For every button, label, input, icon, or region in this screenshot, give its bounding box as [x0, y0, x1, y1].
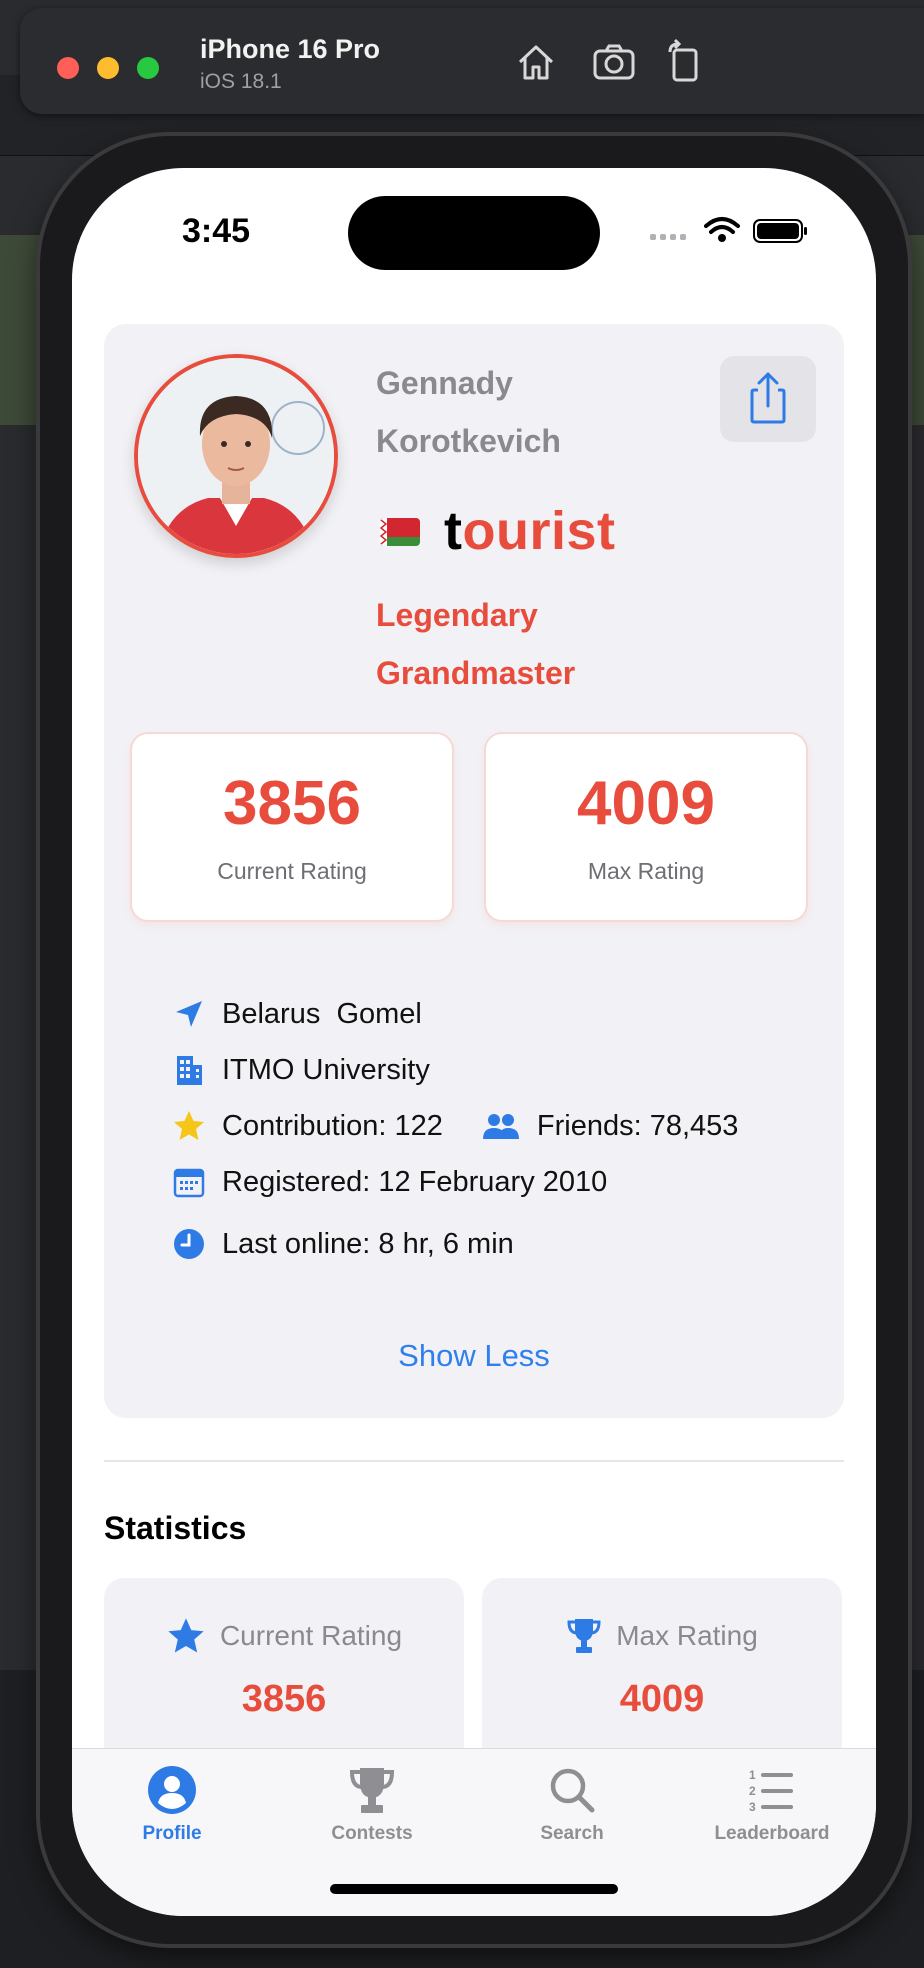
dynamic-island	[348, 196, 600, 270]
share-button[interactable]	[720, 356, 816, 442]
current-rating-label: Current Rating	[217, 858, 367, 884]
stat-label: Current Rating	[219, 1620, 403, 1651]
battery-icon	[753, 219, 807, 243]
current-rating-box: 3856 Current Rating	[130, 732, 454, 922]
tab-label: Contests	[331, 1823, 413, 1844]
avatar	[134, 354, 338, 558]
rotate-button-icon[interactable]	[660, 38, 708, 86]
trophy-icon	[349, 1768, 395, 1813]
home-indicator[interactable]	[330, 1884, 618, 1894]
location-arrow-icon	[176, 1001, 202, 1027]
tab-profile[interactable]: Profile	[72, 1763, 272, 1863]
max-rating-box: 4009 Max Rating	[484, 732, 808, 922]
close-window-button[interactable]	[57, 57, 79, 79]
minimize-window-button[interactable]	[97, 57, 119, 79]
person-circle-icon	[148, 1766, 196, 1814]
trophy-icon	[567, 1619, 601, 1653]
star-icon	[174, 1111, 204, 1140]
handle-rest: ourist	[462, 501, 616, 561]
simulator-titlebar: iPhone 16 Pro iOS 18.1	[20, 8, 924, 114]
statistics-title: Statistics	[104, 1510, 247, 1546]
simulator-device-name: iPhone 16 Pro	[200, 34, 381, 64]
friends-icon	[482, 1114, 519, 1139]
wifi-icon	[704, 217, 740, 234]
app-screen: 3:45 Gennady Korotkevich tourist Legenda…	[72, 168, 876, 1916]
last-online-row: Last online: 8 hr, 6 min	[172, 1222, 514, 1266]
building-icon	[177, 1056, 202, 1085]
star-icon	[168, 1618, 204, 1653]
location-row: Belarus Gomel	[172, 992, 422, 1036]
max-rating-value: 4009	[577, 769, 715, 838]
last-online: Last online: 8 hr, 6 min	[222, 1227, 514, 1260]
svg-text:2: 2	[749, 1784, 756, 1798]
stat-value: 3856	[241, 1678, 327, 1720]
tab-leaderboard[interactable]: 1 2 3 Leaderboard	[672, 1763, 872, 1863]
svg-text:3: 3	[749, 1800, 756, 1814]
svg-text:1: 1	[749, 1768, 756, 1782]
zoom-window-button[interactable]	[137, 57, 159, 79]
status-icons	[650, 217, 807, 243]
numbered-list-icon: 1 2 3	[749, 1768, 793, 1814]
profile-card: Gennady Korotkevich tourist Legendary Gr…	[104, 324, 844, 1418]
show-less-button[interactable]: Show Less	[104, 1338, 844, 1374]
current-rating-value: 3856	[223, 769, 361, 838]
handle: tourist	[444, 500, 616, 562]
home-button-icon[interactable]	[512, 38, 560, 86]
registered-row: Registered: 12 February 2010	[172, 1160, 607, 1204]
share-icon	[750, 372, 786, 424]
cellular-signal-icon	[650, 234, 686, 240]
country: Belarus	[222, 997, 321, 1030]
belarus-flag-icon	[380, 518, 420, 546]
section-divider	[104, 1460, 844, 1462]
tab-label: Search	[540, 1823, 604, 1844]
rank-title: Legendary Grandmaster	[376, 597, 576, 691]
screenshot-button-icon[interactable]	[590, 38, 638, 86]
registered-date: Registered: 12 February 2010	[222, 1165, 608, 1198]
max-rating-label: Max Rating	[587, 858, 705, 884]
contribution-friends-row: Contribution: 122 Friends: 78,453	[172, 1104, 738, 1148]
stat-label: Max Rating	[616, 1620, 758, 1651]
simulator-os-version: iOS 18.1	[200, 70, 282, 93]
full-name: Gennady Korotkevich	[376, 365, 561, 459]
calendar-icon	[173, 1168, 205, 1198]
organization: ITMO University	[222, 1053, 430, 1086]
magnifier-icon	[550, 1768, 595, 1813]
clock-icon	[174, 1229, 204, 1259]
friends: Friends: 78,453	[536, 1109, 739, 1142]
tab-search[interactable]: Search	[472, 1763, 672, 1863]
contribution: Contribution: 122	[222, 1109, 443, 1142]
tab-label: Leaderboard	[714, 1823, 830, 1844]
tab-contests[interactable]: Contests	[272, 1763, 472, 1863]
status-time: 3:45	[182, 212, 251, 250]
organization-row: ITMO University	[172, 1048, 430, 1092]
handle-first-letter: t	[444, 501, 463, 561]
stat-value: 4009	[619, 1678, 705, 1720]
city: Gomel	[336, 997, 422, 1030]
tab-label: Profile	[142, 1823, 202, 1844]
